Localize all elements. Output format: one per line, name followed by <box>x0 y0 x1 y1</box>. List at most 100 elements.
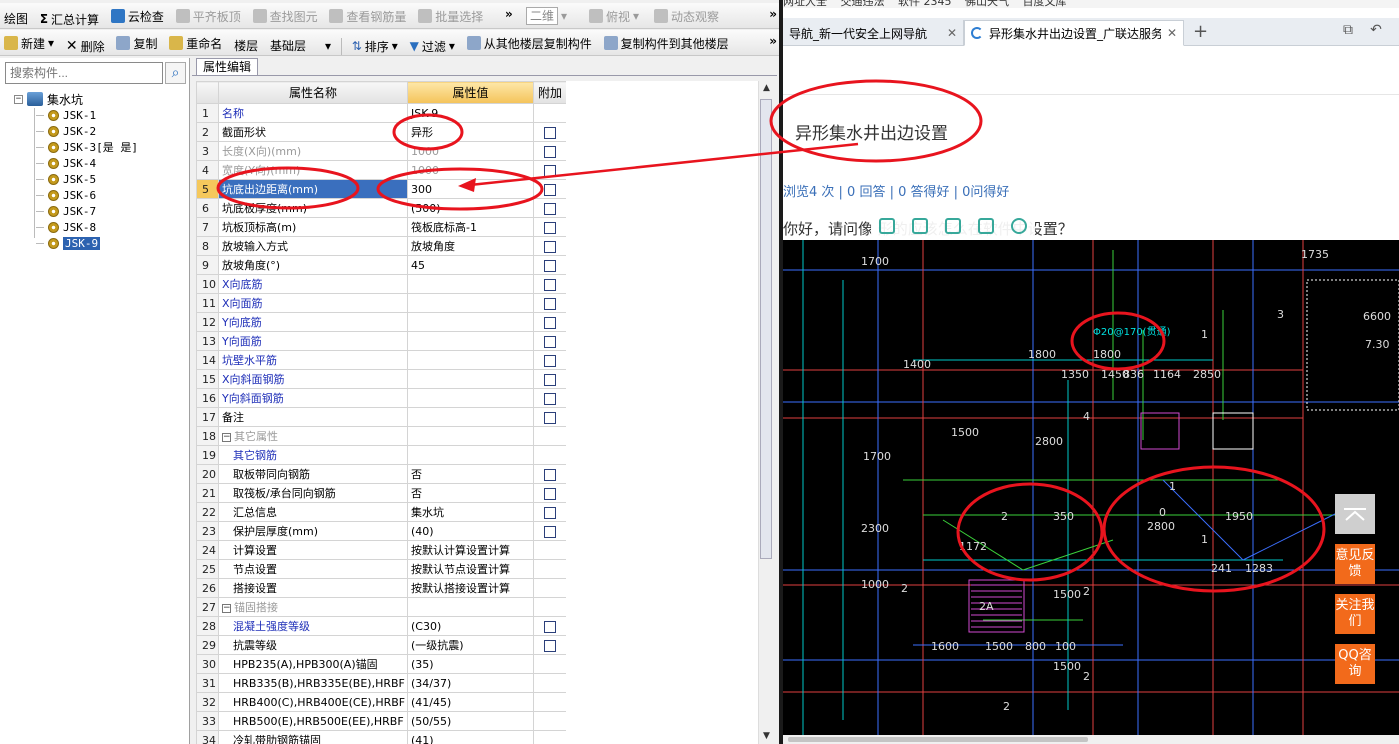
back-to-top-icon[interactable] <box>1335 494 1375 534</box>
settings-icon[interactable] <box>1010 218 1027 234</box>
property-row[interactable]: 24 计算设置 按默认计算设置计算 <box>196 540 566 560</box>
save-icon[interactable] <box>944 218 961 234</box>
property-value[interactable]: JSK-9 <box>407 103 534 123</box>
property-row[interactable]: 26 搭接设置 按默认搭接设置计算 <box>196 578 566 598</box>
property-row[interactable]: 29 抗震等级 (一级抗震) <box>196 635 566 655</box>
property-row[interactable]: 2 截面形状 异形 <box>196 122 566 142</box>
property-value[interactable] <box>407 388 534 408</box>
copy-button[interactable]: 复制 <box>112 30 161 55</box>
bookmark-icon[interactable] <box>879 218 896 234</box>
view-mode-combo[interactable]: 二维 ▾ <box>522 3 571 28</box>
search-icon[interactable]: ⌕ <box>165 62 186 84</box>
extra-checkbox[interactable] <box>544 468 556 481</box>
property-row[interactable]: 14 坑壁水平筋 <box>196 350 566 370</box>
property-row[interactable]: 10 X向底筋 <box>196 274 566 294</box>
property-value[interactable]: 按默认搭接设置计算 <box>407 578 534 598</box>
draw-button[interactable]: 绘图 <box>0 6 32 29</box>
property-value[interactable] <box>407 274 534 294</box>
bookmark[interactable]: 百度文库 <box>1023 0 1067 8</box>
extra-checkbox[interactable] <box>544 487 556 500</box>
property-value[interactable]: 筏板底标高-1 <box>407 217 534 237</box>
tab-property-edit[interactable]: 属性编辑 <box>196 58 258 76</box>
property-value[interactable] <box>407 350 534 370</box>
copy-from-floor-button[interactable]: 从其他楼层复制构件 <box>463 30 596 55</box>
bookmark[interactable]: 软件 2345 <box>898 0 952 8</box>
delete-button[interactable]: ✕ 删除 <box>62 33 109 55</box>
bookmark[interactable]: 交通违法 <box>841 0 885 8</box>
property-row[interactable]: 9 放坡角度(°) 45 <box>196 255 566 275</box>
property-row[interactable]: 11 X向面筋 <box>196 293 566 313</box>
share-icon[interactable] <box>977 218 994 234</box>
property-row[interactable]: 21 取筏板/承台同向钢筋 否 <box>196 483 566 503</box>
property-value[interactable] <box>407 445 534 465</box>
scroll-up-icon[interactable]: ▲ <box>759 81 774 96</box>
property-row[interactable]: 22 汇总信息 集水坑 <box>196 502 566 522</box>
property-value[interactable]: 放坡角度 <box>407 236 534 256</box>
property-value[interactable]: 1000 <box>407 141 534 161</box>
extra-checkbox[interactable] <box>544 354 556 367</box>
search-input[interactable] <box>5 62 163 84</box>
scroll-down-icon[interactable]: ▼ <box>759 729 774 744</box>
close-tab-icon[interactable]: ✕ <box>947 26 957 40</box>
tree-item[interactable]: JSK-4 <box>36 155 96 171</box>
cloud-check-button[interactable]: 云检查 <box>107 3 168 28</box>
extra-checkbox[interactable] <box>544 392 556 405</box>
align-slab-top-button[interactable]: 平齐板顶 <box>172 3 245 28</box>
overflow-icon-3[interactable]: » <box>769 34 777 48</box>
tab-list-icon[interactable]: ⧉ <box>1339 22 1357 40</box>
property-value[interactable]: (41) <box>407 730 534 744</box>
overflow-icon[interactable]: » <box>505 7 513 21</box>
tab-active-question[interactable]: 异形集水井出边设置_广联达服务 ✕ <box>964 20 1184 46</box>
extra-checkbox[interactable] <box>544 183 556 196</box>
batch-select-button[interactable]: 批量选择 <box>414 3 487 28</box>
property-value[interactable] <box>407 369 534 389</box>
property-row[interactable]: 18− 其它属性 <box>196 426 566 446</box>
property-value[interactable]: (41/45) <box>407 692 534 712</box>
tree-item[interactable]: JSK-6 <box>36 187 96 203</box>
extra-checkbox[interactable] <box>544 164 556 177</box>
property-value[interactable]: 否 <box>407 483 534 503</box>
property-row[interactable]: 3 长度(X向)(mm) 1000 <box>196 141 566 161</box>
property-value[interactable]: 1000 <box>407 160 534 180</box>
property-row[interactable]: 30 HPB235(A),HPB300(A)锚固 (35) <box>196 654 566 674</box>
property-row[interactable]: 6 坑底板厚度(mm) (500) <box>196 198 566 218</box>
extra-checkbox[interactable] <box>544 259 556 272</box>
extra-checkbox[interactable] <box>544 221 556 234</box>
property-row[interactable]: 16 Y向斜面钢筋 <box>196 388 566 408</box>
property-value[interactable]: 异形 <box>407 122 534 142</box>
close-tab-icon[interactable]: ✕ <box>1167 26 1177 40</box>
dynamic-view-button[interactable]: 动态观察 <box>650 3 723 28</box>
tab-navigation[interactable]: 导航_新一代安全上网导航 ✕ <box>783 20 964 46</box>
extra-checkbox[interactable] <box>544 126 556 139</box>
property-row[interactable]: 19 其它钢筋 <box>196 445 566 465</box>
extra-checkbox[interactable] <box>544 620 556 633</box>
property-value[interactable]: (35) <box>407 654 534 674</box>
filter-button[interactable]: ▼ 过滤 ▾ <box>406 33 459 55</box>
property-value[interactable]: (C30) <box>407 616 534 636</box>
collapse-icon[interactable]: − <box>222 603 231 613</box>
property-row[interactable]: 33 HRB500(E),HRB500E(EE),HRBF (50/55) <box>196 711 566 731</box>
tree-item[interactable]: JSK-3[是 是] <box>36 139 138 155</box>
property-value[interactable]: (34/37) <box>407 673 534 693</box>
qq-consult-button[interactable]: QQ咨询 <box>1335 644 1375 684</box>
property-row[interactable]: 31 HRB335(B),HRB335E(BE),HRBF (34/37) <box>196 673 566 693</box>
tree-item[interactable]: JSK-1 <box>36 107 96 123</box>
extra-checkbox[interactable] <box>544 316 556 329</box>
property-row[interactable]: 5 坑底出边距离(mm) 300 <box>196 179 566 199</box>
property-value[interactable] <box>407 293 534 313</box>
property-row[interactable]: 15 X向斜面钢筋 <box>196 369 566 389</box>
rename-button[interactable]: 重命名 <box>165 30 226 55</box>
property-value[interactable]: (50/55) <box>407 711 534 731</box>
extra-checkbox[interactable] <box>544 525 556 538</box>
copy-to-floor-button[interactable]: 复制构件到其他楼层 <box>600 30 733 55</box>
property-row[interactable]: 12 Y向底筋 <box>196 312 566 332</box>
property-value[interactable]: 按默认节点设置计算 <box>407 559 534 579</box>
tree-root[interactable]: − 集水坑 <box>14 91 83 107</box>
extra-checkbox[interactable] <box>544 373 556 386</box>
property-row[interactable]: 23 保护层厚度(mm) (40) <box>196 521 566 541</box>
floor-select[interactable]: 基础层 ▾ <box>266 33 335 56</box>
bookmark[interactable]: 佛山天气 <box>965 0 1009 8</box>
property-value[interactable]: 否 <box>407 464 534 484</box>
tree-item[interactable]: JSK-7 <box>36 203 96 219</box>
view-rebar-button[interactable]: 查看钢筋量 <box>325 3 410 28</box>
